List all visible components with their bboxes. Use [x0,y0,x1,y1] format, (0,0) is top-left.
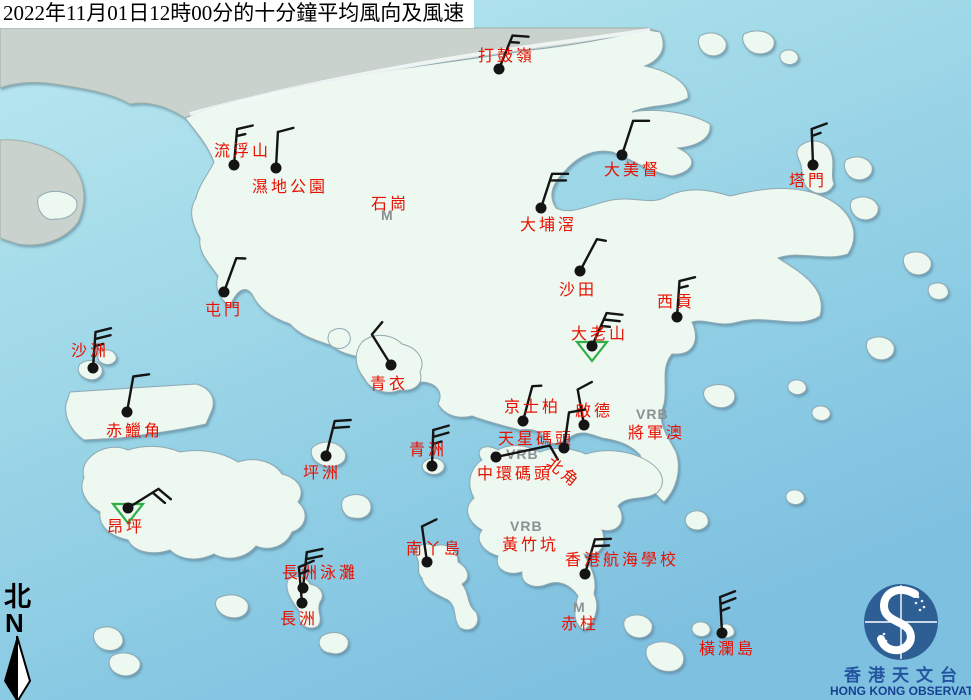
station-dot [321,451,332,462]
station-dot [298,583,309,594]
island-soko-2 [109,653,140,676]
islet-mirs-2 [928,283,948,300]
station-label: 打鼓嶺 [478,47,535,65]
station-label: 青洲 [409,441,447,459]
island-hei-ling-chau [342,495,371,519]
station-status-m: M [573,599,586,615]
compass-hanzi: 北 [4,584,36,611]
hko-logo-chinese: 香港天文台 [837,667,971,685]
station-label: 沙洲 [71,343,109,360]
island-shek-kwu-chau [319,633,348,654]
station-dot [580,569,591,580]
station-label: 濕地公園 [252,178,328,196]
station-label: 流浮山 [214,142,271,160]
islet-top-3 [780,50,798,65]
station-label: 西貢 [657,294,695,311]
station-dot [575,266,586,277]
compass-needle-icon [2,635,32,700]
station-dot [297,598,308,609]
station-label: 中環碼頭 [477,465,553,483]
station-label: 橫瀾島 [699,640,756,658]
station-label: 京士柏 [504,398,561,416]
station-label: 大埔滘 [520,216,577,234]
station-dot [422,557,433,568]
station-status-vrb: VRB [636,406,669,422]
station-dot [386,360,397,371]
station-dot [536,203,547,214]
station-label: 長洲泳灘 [282,564,358,582]
islet-cwb-1 [788,380,806,395]
compass-letter: N [5,611,36,635]
islet-deep-bay [38,191,77,219]
station-dot [229,160,240,171]
station-label: 大老山 [571,325,628,343]
hko-logo: 香港天文台 HONG KONG OBSERVATORY [830,579,971,698]
station-dot [617,150,628,161]
station-label: 將軍澳 [628,424,685,442]
islet-cwb-3 [786,490,804,505]
station-label: 赤柱 [561,615,599,633]
station-dot [559,443,570,454]
compass-north: 北 N [2,584,36,700]
station-status-m: M [381,207,394,223]
station-label: 坪洲 [303,464,341,482]
islet-cwb-2 [812,406,830,421]
station-dot [271,163,282,174]
station-dot [219,287,230,298]
station-label: 南丫島 [406,540,463,558]
station-dot [123,503,134,514]
station-label: 長洲 [280,610,318,628]
hko-logo-icon [858,579,944,665]
station-label: 香港航海學校 [565,551,679,569]
station-label: 青衣 [370,375,408,393]
station-label: 塔門 [789,172,827,190]
map-title-text: 2022年11月01日12時00分的十分鐘平均風向及風速 [3,1,464,25]
station-dot [494,64,505,75]
station-label: 屯門 [205,301,243,319]
islet-cwb-4 [685,511,708,530]
station-status-vrb: VRB [510,518,543,534]
map-title: 2022年11月01日12時00分的十分鐘平均風向及風速 [0,0,474,28]
station-dot [518,416,529,427]
island-ma-wan [328,329,350,349]
station-dot [672,312,683,323]
station-dot [427,461,438,472]
station-label: 赤鱲角 [106,422,163,440]
station-dot [88,363,99,374]
hko-logo-english: HONG KONG OBSERVATORY [830,685,971,698]
station-label: 黃竹坑 [502,536,559,554]
station-dot [579,420,590,431]
station-dot [808,160,819,171]
station-label: 昂坪 [107,518,145,536]
station-dot [122,407,133,418]
station-label: 大美督 [604,161,661,179]
station-dot [717,628,728,639]
hong-kong-map: 打鼓嶺流浮山濕地公園石崗M屯門沙洲赤鱲角昂坪青衣坪洲青洲京士柏啟德天星碼頭VRB… [0,0,971,700]
station-dot [491,452,502,463]
station-label: 沙田 [559,282,597,299]
wind-map: 打鼓嶺流浮山濕地公園石崗M屯門沙洲赤鱲角昂坪青衣坪洲青洲京士柏啟德天星碼頭VRB… [0,0,971,700]
islet-beaufort [692,622,710,637]
